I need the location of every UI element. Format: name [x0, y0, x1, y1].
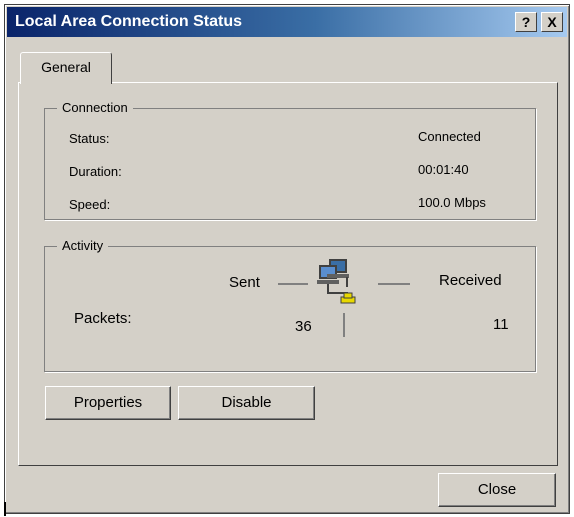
status-dialog: Local Area Connection Status ? X General… [4, 4, 570, 514]
help-button[interactable]: ? [515, 12, 537, 32]
connection-group: Connection Status: Connected Duration: 0… [44, 100, 536, 220]
window-title: Local Area Connection Status [15, 13, 242, 30]
sent-label: Sent [229, 274, 260, 291]
tab-panel-general: Connection Status: Connected Duration: 0… [18, 82, 558, 466]
tab-general[interactable]: General [20, 52, 112, 84]
status-label: Status: [69, 131, 110, 146]
activity-divider [343, 313, 345, 337]
network-computers-icon [317, 259, 356, 304]
speed-value: 100.0 Mbps [418, 195, 486, 210]
close-icon[interactable]: X [541, 12, 563, 32]
text-cursor [4, 502, 6, 516]
close-button[interactable]: Close [438, 473, 556, 507]
received-label: Received [439, 272, 502, 289]
duration-label: Duration: [69, 164, 122, 179]
title-bar[interactable]: Local Area Connection Status ? X [7, 7, 567, 37]
packets-sent-value: 36 [295, 318, 312, 335]
received-connector [378, 283, 410, 285]
activity-group-title: Activity [57, 238, 109, 253]
duration-value: 00:01:40 [418, 162, 469, 177]
speed-label: Speed: [69, 197, 111, 212]
properties-button[interactable]: Properties [45, 386, 171, 420]
packets-received-value: 11 [493, 316, 509, 333]
activity-group: Activity Sent Received Packets: 36 11 [44, 238, 536, 372]
packets-label: Packets: [74, 310, 132, 327]
connection-group-title: Connection [57, 100, 133, 115]
sent-connector [278, 283, 308, 285]
disable-button[interactable]: Disable [178, 386, 315, 420]
status-value: Connected [418, 129, 481, 144]
